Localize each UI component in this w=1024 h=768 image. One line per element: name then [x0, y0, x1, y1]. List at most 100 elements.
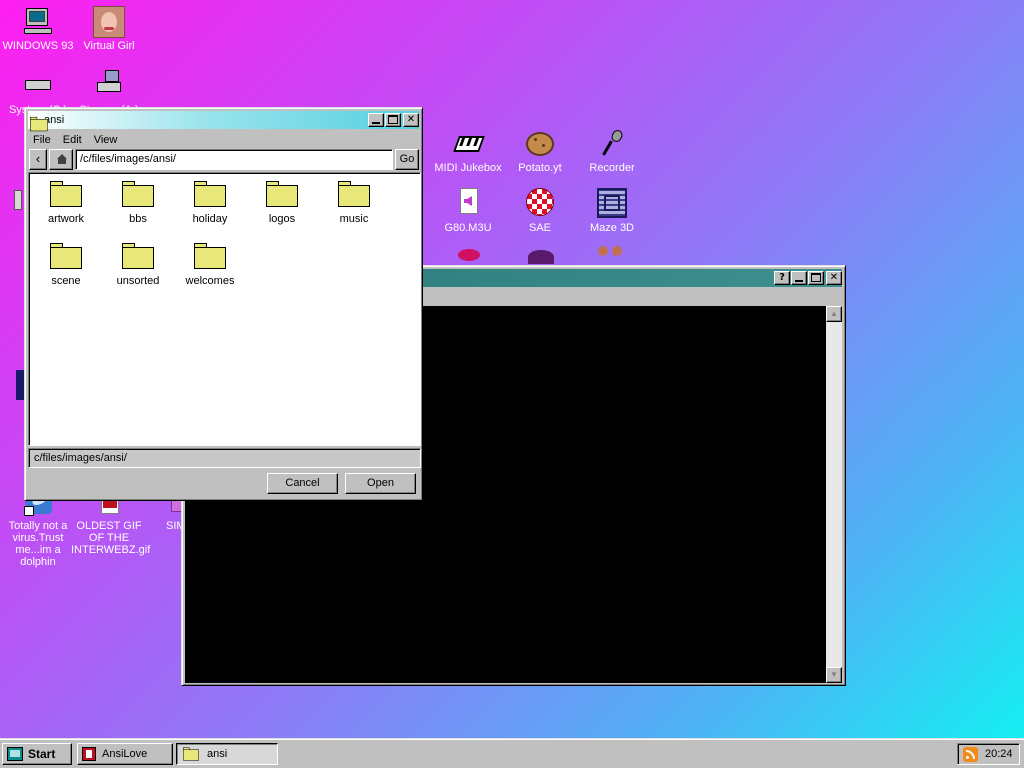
folder-label: artwork: [47, 213, 85, 225]
desktop-icon-virtual-girl[interactable]: Virtual Girl: [71, 6, 147, 52]
close-button[interactable]: ✕: [403, 113, 419, 127]
folder-icon: [30, 116, 48, 131]
folder-label: logos: [268, 213, 296, 225]
menu-bar: File Edit View: [33, 132, 117, 148]
folder-item-bbs[interactable]: bbs: [103, 181, 173, 225]
help-button[interactable]: ?: [774, 271, 790, 285]
close-button[interactable]: ✕: [826, 271, 842, 285]
desktop-icon-midi-jukebox[interactable]: MIDI Jukebox: [430, 128, 506, 174]
go-button[interactable]: Go: [395, 149, 419, 170]
maximize-button[interactable]: [808, 271, 824, 285]
lips-icon[interactable]: [458, 249, 480, 261]
folder-item-holiday[interactable]: holiday: [175, 181, 245, 225]
folder-label: scene: [51, 275, 81, 287]
path-text: /c/files/images/ansi/: [80, 153, 176, 165]
folder-icon: [50, 181, 82, 207]
piano-keys-icon: [452, 128, 485, 160]
minimize-icon: [372, 122, 380, 124]
minimize-button[interactable]: [791, 271, 807, 285]
bug-icon[interactable]: [528, 250, 554, 264]
desktop-icon-sae[interactable]: SAE: [502, 188, 578, 234]
desktop-icon-potato[interactable]: Potato.yt: [502, 128, 578, 174]
path-input[interactable]: /c/files/images/ansi/: [75, 149, 393, 170]
desktop-icon-windows93[interactable]: WINDOWS 93: [0, 6, 76, 52]
folder-label: bbs: [129, 213, 147, 225]
folder-icon: [194, 243, 226, 269]
scroll-up-button[interactable]: ▲: [826, 306, 842, 322]
desktop-icon-label: SAE: [528, 222, 551, 234]
folder-icon: [50, 243, 82, 269]
folder-label: unsorted: [116, 275, 160, 287]
task-label: AnsiLove: [102, 748, 148, 760]
rss-feed-icon[interactable]: [963, 747, 978, 762]
start-button[interactable]: Start: [2, 743, 72, 765]
maze-icon: [596, 188, 628, 220]
system-tray: 20:24: [957, 743, 1020, 765]
folder-icon: [122, 181, 154, 207]
menu-file[interactable]: File: [33, 132, 51, 148]
folder-icon: [183, 747, 199, 761]
start-label: Start: [28, 747, 56, 761]
maximize-icon: [388, 115, 398, 124]
checkered-ball-icon: [524, 188, 556, 220]
desktop-icon-g80-m3u[interactable]: G80.M3U: [430, 188, 506, 234]
cancel-button[interactable]: Cancel: [267, 473, 338, 494]
folder-icon: [122, 243, 154, 269]
taskbar: Start AnsiLove ansi 20:24: [0, 738, 1024, 768]
maximize-button[interactable]: [385, 113, 401, 127]
maximize-icon: [811, 273, 821, 282]
folder-item-music[interactable]: music: [319, 181, 389, 225]
folder-item-scene[interactable]: scene: [31, 243, 101, 287]
vertical-scrollbar[interactable]: ▲ ▼: [826, 306, 842, 683]
hard-drive-icon: [22, 70, 54, 102]
task-ansi[interactable]: ansi: [176, 743, 278, 765]
face-photo-icon: [93, 6, 125, 38]
folder-item-welcomes[interactable]: welcomes: [175, 243, 245, 287]
desktop-icon-label: SIM: [166, 520, 186, 532]
folder-icon: [338, 181, 370, 207]
task-ansilove[interactable]: AnsiLove: [77, 743, 173, 765]
desktop-icon-hidden[interactable]: [16, 370, 24, 400]
desktop-icon-maze-3d[interactable]: Maze 3D: [574, 188, 650, 234]
folder-item-unsorted[interactable]: unsorted: [103, 243, 173, 287]
selected-path-field[interactable]: c/files/images/ansi/: [28, 448, 421, 468]
menu-view[interactable]: View: [94, 132, 118, 148]
scroll-down-button[interactable]: ▼: [826, 667, 842, 683]
folder-label: holiday: [192, 213, 228, 225]
folder-label: music: [339, 213, 369, 225]
selected-path-text: c/files/images/ansi/: [34, 452, 127, 464]
open-button[interactable]: Open: [345, 473, 416, 494]
desktop-icon-recorder[interactable]: Recorder: [574, 128, 650, 174]
file-explorer-window: ansi ✕ File Edit View ‹ /c/files/images/…: [24, 107, 423, 501]
back-button[interactable]: ‹: [29, 149, 47, 170]
menu-edit[interactable]: Edit: [63, 132, 82, 148]
people-icon[interactable]: [598, 246, 626, 264]
clock[interactable]: 20:24: [985, 748, 1013, 760]
potato-icon: [524, 128, 556, 160]
microphone-icon: [596, 128, 628, 160]
floppy-drive-icon: [93, 70, 125, 102]
minimize-icon: [795, 280, 803, 282]
start-logo-icon: [7, 747, 23, 761]
desktop-icon-label: Maze 3D: [589, 222, 635, 234]
desktop-icon-label: WINDOWS 93: [2, 40, 74, 52]
folder-icon: [266, 181, 298, 207]
desktop-icon-label: Totally not a virus.Trust me...im a dolp…: [8, 520, 68, 568]
folder-item-artwork[interactable]: artwork: [31, 181, 101, 225]
folder-label: welcomes: [185, 275, 235, 287]
folder-item-logos[interactable]: logos: [247, 181, 317, 225]
close-icon: ✕: [829, 272, 839, 283]
close-icon: ✕: [406, 114, 416, 125]
desktop-icon-label: Recorder: [589, 162, 635, 174]
home-button[interactable]: [49, 149, 73, 170]
desktop-icon-label: Virtual Girl: [83, 40, 135, 52]
ansilove-app-icon: [82, 747, 96, 761]
folder-icon: [194, 181, 226, 207]
explorer-titlebar[interactable]: ansi ✕: [28, 111, 419, 131]
audio-file-icon: [452, 188, 484, 220]
desktop-icon-hidden[interactable]: [14, 190, 22, 210]
file-list: artwork bbs holiday logos music scene un…: [28, 172, 421, 446]
minimize-button[interactable]: [368, 113, 384, 127]
desktop-icon-label: Potato.yt: [518, 162, 562, 174]
desktop-icon-label: G80.M3U: [444, 222, 492, 234]
